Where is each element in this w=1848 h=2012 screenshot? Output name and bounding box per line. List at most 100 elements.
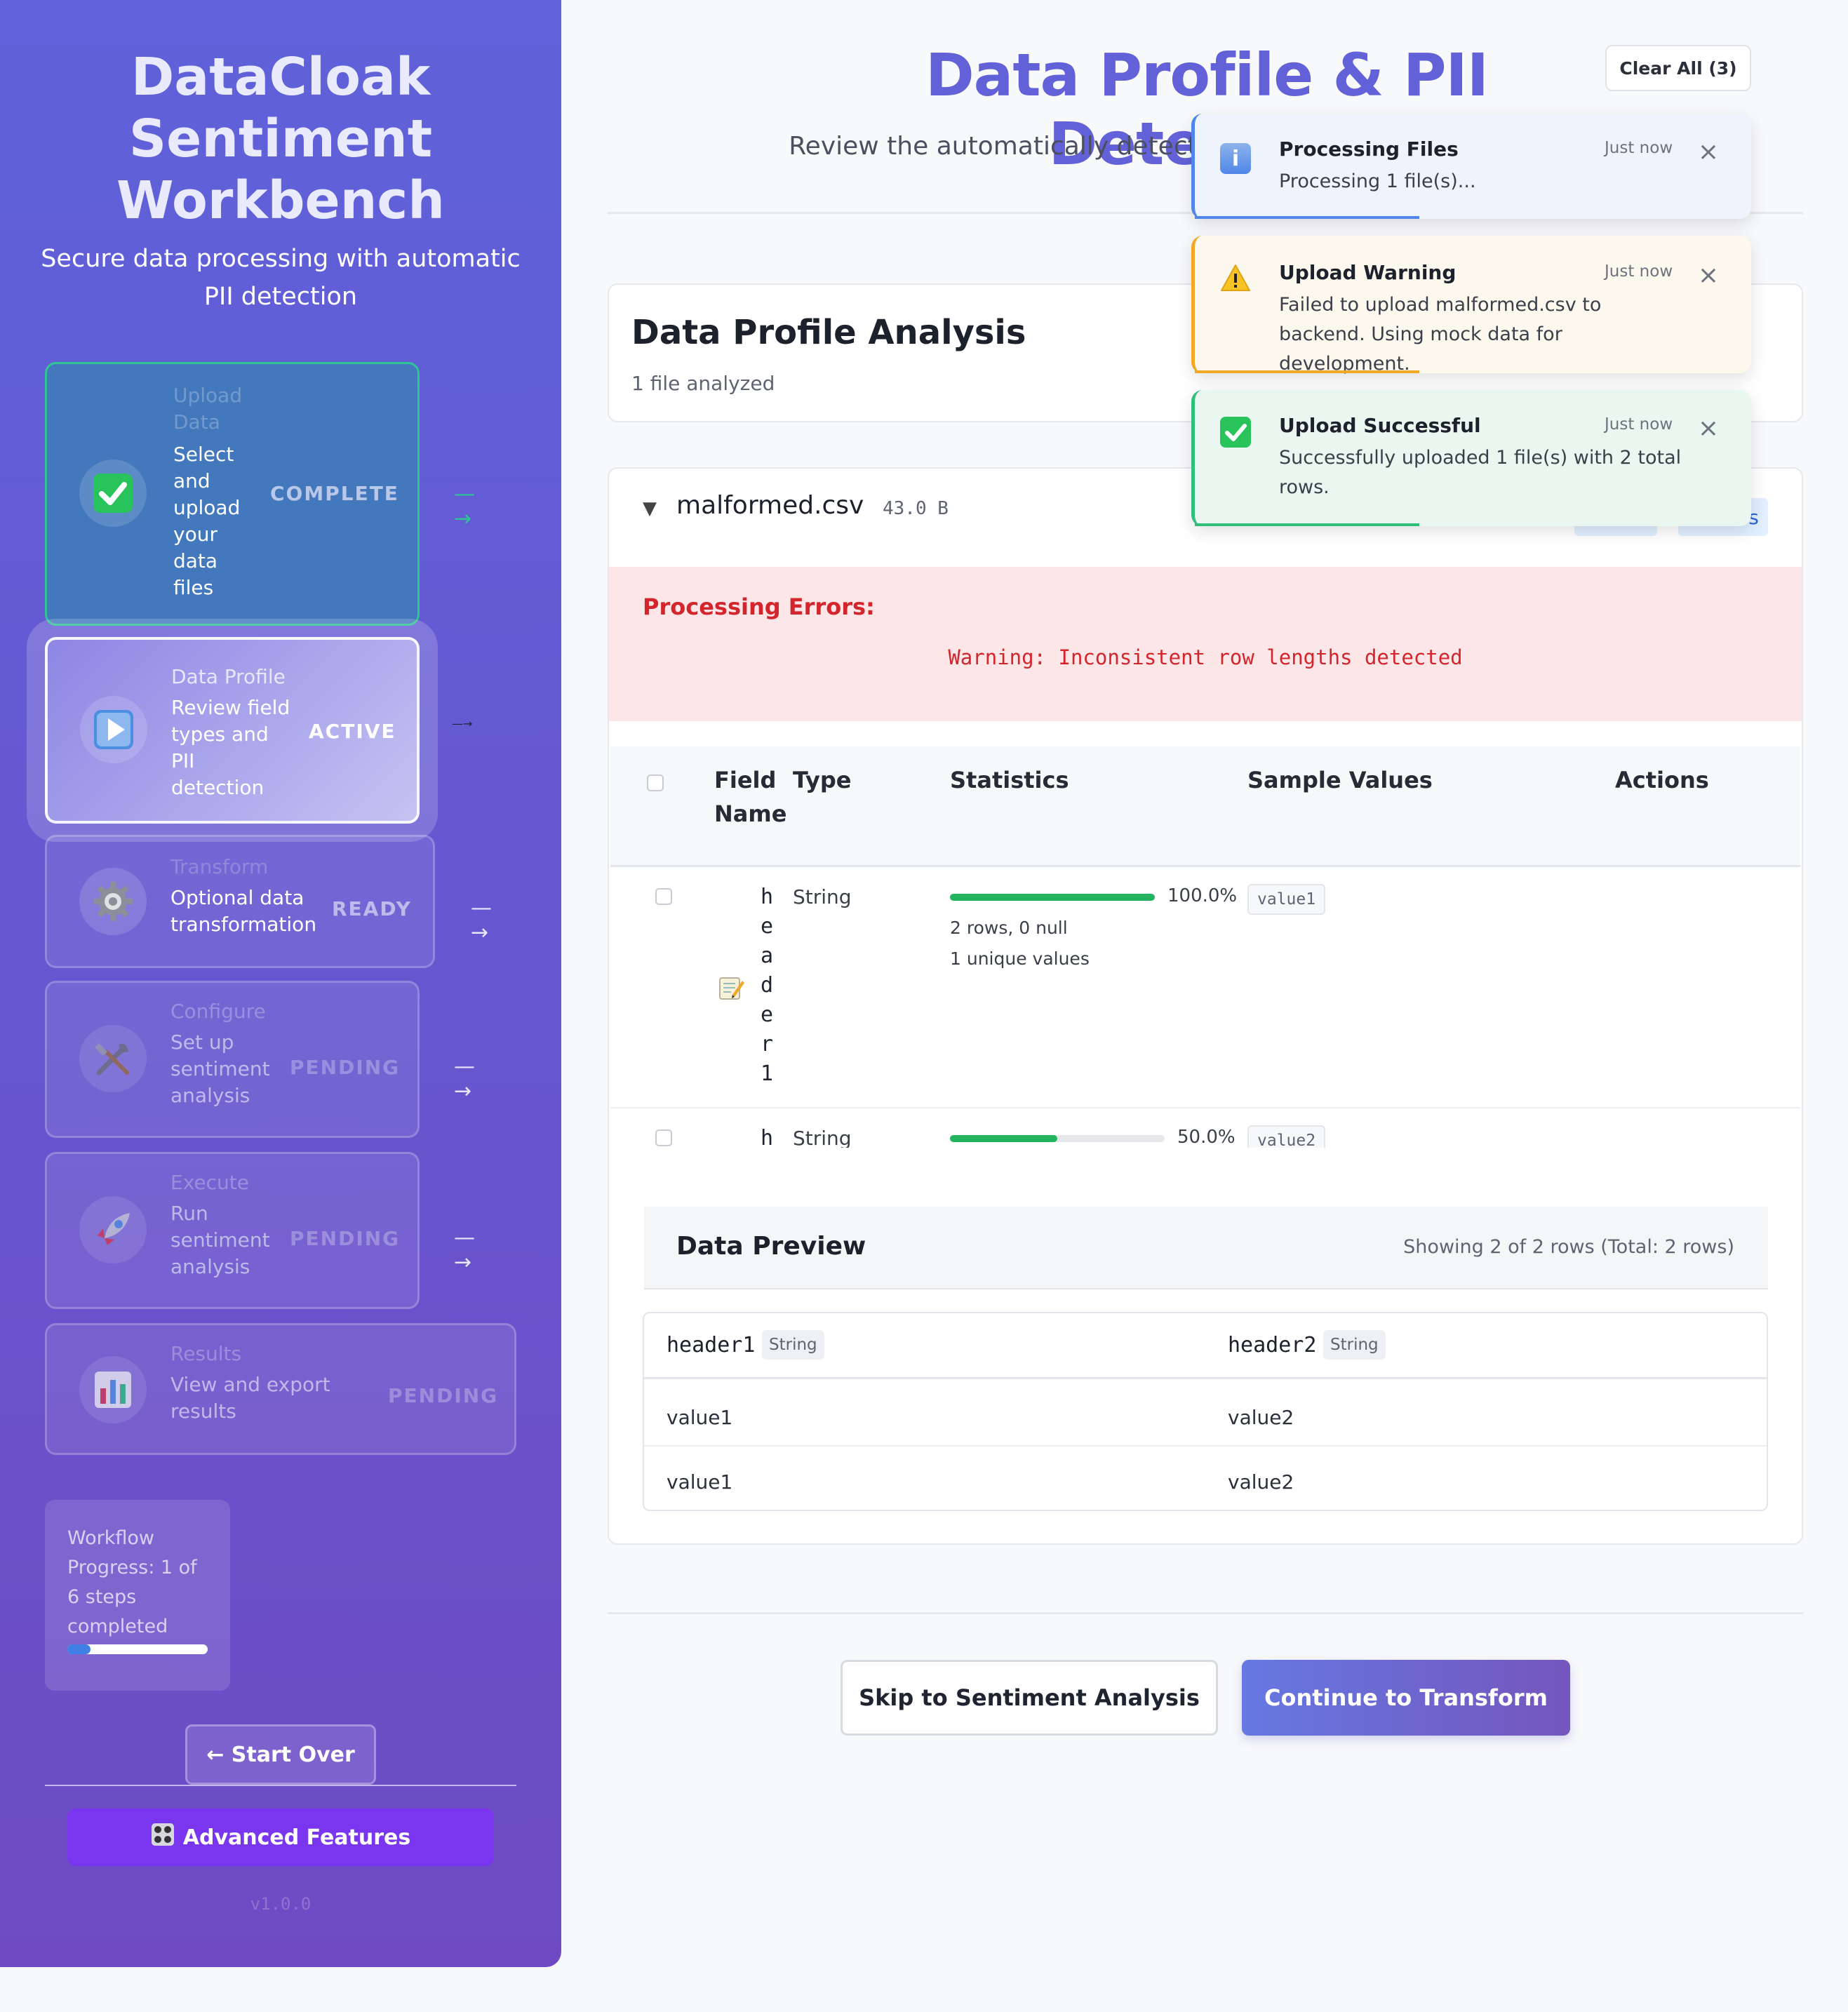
preview-cell: value1 (667, 1470, 733, 1494)
step-name: Results (170, 1342, 242, 1365)
step-status: PENDING (290, 1056, 401, 1079)
check-icon (79, 460, 147, 527)
step-desc-3: PII (171, 749, 195, 772)
workflow-step-results[interactable]: Results View and export results PENDING (45, 1323, 516, 1455)
completeness-bar-fill (950, 894, 1155, 901)
toast-time: Just now (1605, 139, 1673, 157)
workflow-step-transform[interactable]: Transform Optional data transformation R… (45, 835, 492, 968)
data-preview-title: Data Preview (676, 1232, 866, 1261)
close-icon[interactable]: × (1698, 138, 1719, 166)
step-name: Execute (170, 1171, 249, 1194)
field-name-char: e (760, 1002, 774, 1027)
footer-divider (608, 1612, 1803, 1614)
step-status: READY (332, 897, 412, 920)
clear-all-notifications-button[interactable]: Clear All (3) (1605, 45, 1751, 91)
step-status: PENDING (290, 1227, 401, 1250)
workflow-progress: Workflow Progress: 1 of 6 steps complete… (45, 1500, 230, 1691)
advanced-features-button[interactable]: Advanced Features (67, 1809, 494, 1866)
col-type: Type (793, 767, 852, 793)
select-all-checkbox[interactable] (647, 774, 664, 791)
info-icon: i (1220, 143, 1251, 174)
preview-column-name: header1 (667, 1333, 756, 1357)
field-name-char: h (760, 1126, 774, 1148)
workflow-step-upload[interactable]: Upload Data Select and upload your data … (45, 362, 475, 626)
step-desc-2: sentiment (170, 1057, 270, 1080)
unique-count-stat: 1 unique values (950, 948, 1090, 969)
step-desc-2: results (170, 1400, 236, 1423)
close-icon[interactable]: × (1698, 414, 1719, 443)
edit-memo-icon[interactable] (717, 974, 745, 1005)
file-size: 43.0 B (883, 498, 949, 519)
workflow-step-configure[interactable]: Configure Set up sentiment analysis PEND… (45, 981, 475, 1138)
toast-message: Failed to upload malformed.csv to backen… (1279, 294, 1602, 375)
step-desc-3: analysis (170, 1255, 250, 1278)
sidebar-divider (45, 1785, 516, 1786)
workflow-step-data-profile[interactable]: Data Profile Review field types and PII … (45, 637, 420, 824)
step-arrow-icon: —→ (454, 482, 475, 531)
step-desc-1: Run (170, 1202, 208, 1225)
start-over-button[interactable]: ← Start Over (185, 1724, 376, 1785)
completeness-bar (950, 894, 1155, 901)
toast-message: Processing 1 file(s)... (1279, 170, 1476, 192)
step-desc-6: files (173, 576, 214, 599)
field-name-char: e (760, 914, 774, 939)
progress-bar (67, 1644, 208, 1654)
step-status: PENDING (388, 1384, 499, 1407)
continue-to-transform-button[interactable]: Continue to Transform (1242, 1660, 1570, 1736)
control-knobs-icon (151, 1823, 175, 1852)
field-name-char: d (760, 973, 774, 998)
field-name-char: 1 (760, 1061, 774, 1086)
workflow-progress-text: Workflow Progress: 1 of 6 steps complete… (67, 1524, 208, 1642)
tools-icon (79, 1025, 147, 1092)
step-arrow-icon: —→ (452, 717, 473, 730)
file-name[interactable]: malformed.csv (676, 491, 864, 520)
field-type: String (793, 885, 852, 908)
step-desc-1: Review field (171, 696, 290, 719)
processing-errors-title: Processing Errors: (643, 593, 875, 620)
completeness-percent: 100.0% (1167, 885, 1238, 906)
row-checkbox[interactable] (655, 1129, 672, 1146)
analysis-title: Data Profile Analysis (631, 313, 1026, 352)
row-divider (610, 1107, 1800, 1108)
field-name-char: h (760, 885, 774, 909)
col-sample-values: Sample Values (1247, 767, 1433, 793)
workflow-step-execute[interactable]: Execute Run sentiment analysis PENDING —… (45, 1152, 475, 1309)
chart-icon (79, 1356, 147, 1423)
processing-error-message: Warning: Inconsistent row lengths detect… (948, 645, 1463, 669)
toast-timer-bar (1195, 216, 1419, 219)
collapse-toggle-icon[interactable]: ▼ (643, 498, 657, 519)
preview-cell: value2 (1228, 1406, 1294, 1429)
step-arrow-icon: —→ (454, 1226, 475, 1275)
step-name: Transform (170, 855, 269, 878)
col-field-name: Field Name (714, 767, 787, 827)
toast-upload-successful: Upload Successful Just now Successfully … (1191, 390, 1751, 526)
preview-column-name: header2 (1228, 1333, 1317, 1357)
data-preview-table: header1 String header2 String value1 val… (643, 1312, 1768, 1511)
data-preview-count: Showing 2 of 2 rows (Total: 2 rows) (1403, 1236, 1734, 1258)
toast-time: Just now (1605, 415, 1673, 434)
app-title-line-2: Sentiment (128, 109, 433, 169)
preview-column-type: String (762, 1330, 824, 1360)
progress-line: 6 steps (67, 1586, 137, 1608)
step-desc-4: detection (171, 776, 265, 799)
completeness-percent: 50.0% (1177, 1127, 1236, 1148)
skip-to-sentiment-button[interactable]: Skip to Sentiment Analysis (841, 1660, 1218, 1736)
app-subtitle: Secure data processing with automatic PI… (41, 245, 521, 311)
toast-timer-bar (1195, 523, 1419, 526)
progress-line: Workflow (67, 1527, 154, 1549)
toast-time: Just now (1605, 262, 1673, 281)
step-arrow-icon: —→ (454, 1054, 475, 1104)
step-name: Upload Data (173, 384, 243, 434)
app-title-line-3: Workbench (116, 170, 445, 231)
completeness-bar (950, 1135, 1165, 1142)
row-divider (644, 1445, 1767, 1447)
gear-icon (79, 868, 147, 935)
toast-title: Upload Successful (1279, 414, 1481, 437)
step-desc-2: and (173, 469, 210, 492)
warning-icon (1220, 262, 1251, 293)
version-label: v1.0.0 (250, 1894, 312, 1914)
close-icon[interactable]: × (1698, 261, 1719, 290)
row-checkbox[interactable] (655, 888, 672, 905)
toast-processing-files: i Processing Files Just now Processing 1… (1191, 114, 1751, 219)
step-status: ACTIVE (309, 720, 396, 743)
